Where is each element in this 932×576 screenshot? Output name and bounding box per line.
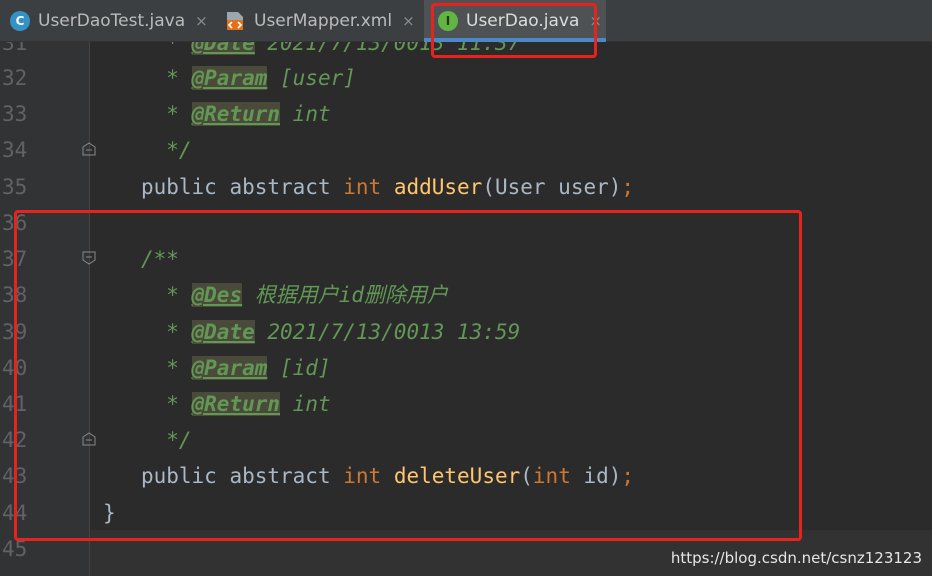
code-token: public abstract bbox=[140, 175, 344, 199]
close-icon[interactable]: × bbox=[195, 12, 208, 30]
line-number: 31 bbox=[2, 42, 28, 55]
tab-label: UserMapper.xml bbox=[254, 11, 393, 31]
tab-label: UserDaoTest.java bbox=[38, 11, 186, 31]
code-token: int bbox=[280, 102, 331, 126]
code-token: int bbox=[343, 175, 394, 199]
line-number: 34 bbox=[2, 138, 28, 162]
javadoc-tag: @Param bbox=[191, 66, 268, 90]
code-line[interactable]: 33 * @Return int bbox=[0, 96, 932, 132]
code-text: public abstract int addUser(User user); bbox=[103, 169, 634, 205]
code-token: (User user) bbox=[482, 175, 622, 199]
highlight-box-active-tab bbox=[431, 3, 597, 58]
fold-marker-icon[interactable] bbox=[82, 142, 96, 156]
code-token: * bbox=[153, 42, 192, 55]
code-text: */ bbox=[103, 132, 192, 168]
code-token: addUser bbox=[393, 175, 483, 199]
code-line[interactable]: 35 public abstract int addUser(User user… bbox=[0, 169, 932, 205]
java-class-icon: C bbox=[10, 11, 30, 31]
line-number: 32 bbox=[2, 66, 28, 90]
code-text: * @Param [user] bbox=[103, 60, 356, 96]
code-token: ; bbox=[621, 175, 635, 199]
code-line[interactable]: 34 */ bbox=[0, 132, 932, 168]
code-token: * bbox=[153, 66, 192, 90]
code-token: [user] bbox=[267, 66, 356, 90]
javadoc-tag: @Return bbox=[191, 102, 281, 126]
code-token: * bbox=[153, 102, 192, 126]
highlight-box-delete-method bbox=[14, 210, 802, 541]
line-number: 33 bbox=[2, 102, 28, 126]
tab-userdaotest[interactable]: C UserDaoTest.java × bbox=[0, 0, 212, 42]
code-text: * @Return int bbox=[103, 96, 331, 132]
close-icon[interactable]: × bbox=[402, 12, 415, 30]
watermark: https://blog.csdn.net/csnz123123 bbox=[670, 549, 922, 567]
javadoc-tag: @Date bbox=[191, 42, 255, 55]
code-line[interactable]: 32 * @Param [user] bbox=[0, 60, 932, 96]
tab-usermapper[interactable]: UserMapper.xml × bbox=[212, 0, 424, 42]
code-token: */ bbox=[153, 138, 192, 162]
line-number: 35 bbox=[2, 175, 28, 199]
xml-file-icon bbox=[224, 11, 246, 31]
